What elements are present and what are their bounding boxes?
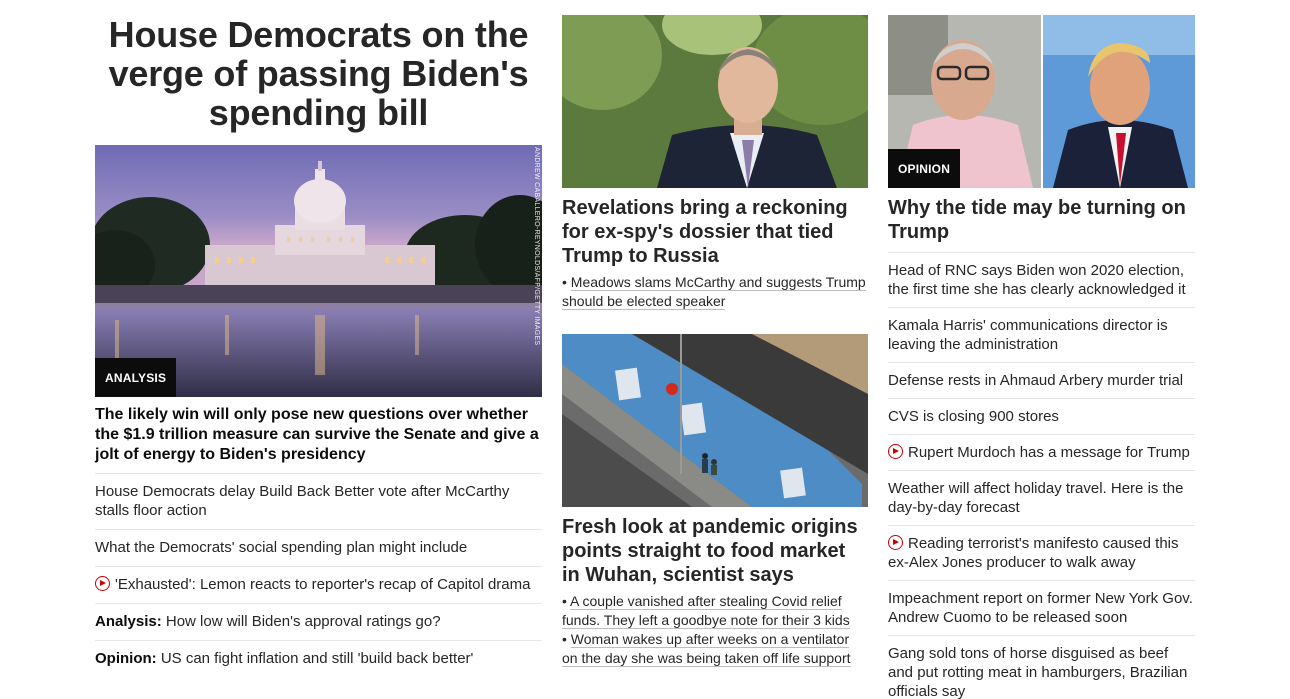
middle-column: Revelations bring a reckoning for ex-spy… — [562, 0, 868, 668]
lead-headline-link[interactable]: House Democrats on the verge of passing … — [95, 0, 542, 132]
list-item: Gang sold tons of horse disguised as bee… — [888, 635, 1195, 699]
list-item: Kamala Harris' communications director i… — [888, 307, 1195, 362]
headline-link[interactable]: Gang sold tons of horse disguised as bee… — [888, 645, 1187, 699]
play-icon — [888, 444, 903, 459]
story-headline-link[interactable]: Revelations bring a reckoning for ex-spy… — [562, 188, 868, 268]
list-item: Reading terrorist's manifesto caused thi… — [888, 525, 1195, 580]
story-headline-link[interactable]: Fresh look at pandemic origins points st… — [562, 507, 868, 587]
headline-link[interactable]: Kamala Harris' communications director i… — [888, 317, 1168, 353]
street-aerial-illustration — [562, 334, 868, 507]
bullet-link[interactable]: Meadows slams McCarthy and suggests Trum… — [562, 274, 866, 310]
list-item: • Woman wakes up after weeks on a ventil… — [562, 631, 851, 667]
story-headline-link[interactable]: Why the tide may be turning on Trump — [888, 188, 1195, 244]
right-column: OPINION Why the tide may be turning on T… — [888, 0, 1195, 699]
lead-story: House Democrats on the verge of passing … — [95, 0, 542, 677]
play-icon — [888, 535, 903, 550]
list-item: House Democrats delay Build Back Better … — [95, 473, 542, 529]
steele-photo[interactable] — [562, 15, 868, 188]
bullet-link[interactable]: A couple vanished after stealing Covid r… — [562, 593, 850, 629]
related-link[interactable]: How low will Biden's approval ratings go… — [166, 613, 441, 630]
list-item: Rupert Murdoch has a message for Trump — [888, 434, 1195, 470]
list-item: Weather will affect holiday travel. Here… — [888, 470, 1195, 525]
video-headline-link[interactable]: Reading terrorist's manifesto caused thi… — [888, 535, 1179, 571]
photo-credit: ANDREW CABALLERO-REYNOLDS/AFP/GETTY IMAG… — [533, 147, 540, 346]
capitol-photo[interactable]: ANDREW CABALLERO-REYNOLDS/AFP/GETTY IMAG… — [95, 145, 542, 397]
lead-subheadline-link[interactable]: The likely win will only pose new questi… — [95, 397, 542, 473]
headline-link[interactable]: Head of RNC says Biden won 2020 election… — [888, 262, 1186, 298]
murdoch-trump-photo[interactable]: OPINION — [888, 15, 1195, 188]
kicker-label: Analysis: — [95, 613, 162, 630]
play-icon — [95, 576, 110, 591]
man-portrait-illustration — [562, 15, 868, 188]
related-video-link[interactable]: 'Exhausted': Lemon reacts to reporter's … — [115, 576, 530, 593]
list-item: CVS is closing 900 stores — [888, 398, 1195, 434]
headline-link[interactable]: Weather will affect holiday travel. Here… — [888, 480, 1183, 516]
headline-link[interactable]: CVS is closing 900 stores — [888, 408, 1059, 425]
headline-link[interactable]: Defense rests in Ahmaud Arbery murder tr… — [888, 372, 1183, 389]
story-bullets: • A couple vanished after stealing Covid… — [562, 587, 868, 668]
list-item: Defense rests in Ahmaud Arbery murder tr… — [888, 362, 1195, 398]
headline-link[interactable]: Impeachment report on former New York Go… — [888, 590, 1193, 626]
analysis-tag: ANALYSIS — [95, 358, 177, 397]
list-item: What the Democrats' social spending plan… — [95, 529, 542, 566]
right-headline-list: Head of RNC says Biden won 2020 election… — [888, 252, 1195, 699]
story-bullets: • Meadows slams McCarthy and suggests Tr… — [562, 268, 868, 311]
list-item: Analysis: How low will Biden's approval … — [95, 603, 542, 640]
related-link[interactable]: What the Democrats' social spending plan… — [95, 539, 467, 556]
bullet-link[interactable]: Woman wakes up after weeks on a ventilat… — [562, 631, 851, 667]
list-item: • Meadows slams McCarthy and suggests Tr… — [562, 274, 866, 310]
wuhan-market-photo[interactable] — [562, 334, 868, 507]
related-link[interactable]: House Democrats delay Build Back Better … — [95, 483, 509, 519]
list-item: • A couple vanished after stealing Covid… — [562, 593, 850, 629]
lead-related-links: House Democrats delay Build Back Better … — [95, 473, 542, 677]
related-link[interactable]: US can fight inflation and still 'build … — [161, 650, 474, 667]
list-item: Opinion: US can fight inflation and stil… — [95, 640, 542, 677]
list-item: Head of RNC says Biden won 2020 election… — [888, 252, 1195, 307]
list-item: Impeachment report on former New York Go… — [888, 580, 1195, 635]
video-headline-link[interactable]: Rupert Murdoch has a message for Trump — [908, 444, 1190, 461]
opinion-tag: OPINION — [888, 149, 961, 188]
list-item: 'Exhausted': Lemon reacts to reporter's … — [95, 566, 542, 603]
kicker-label: Opinion: — [95, 650, 157, 667]
